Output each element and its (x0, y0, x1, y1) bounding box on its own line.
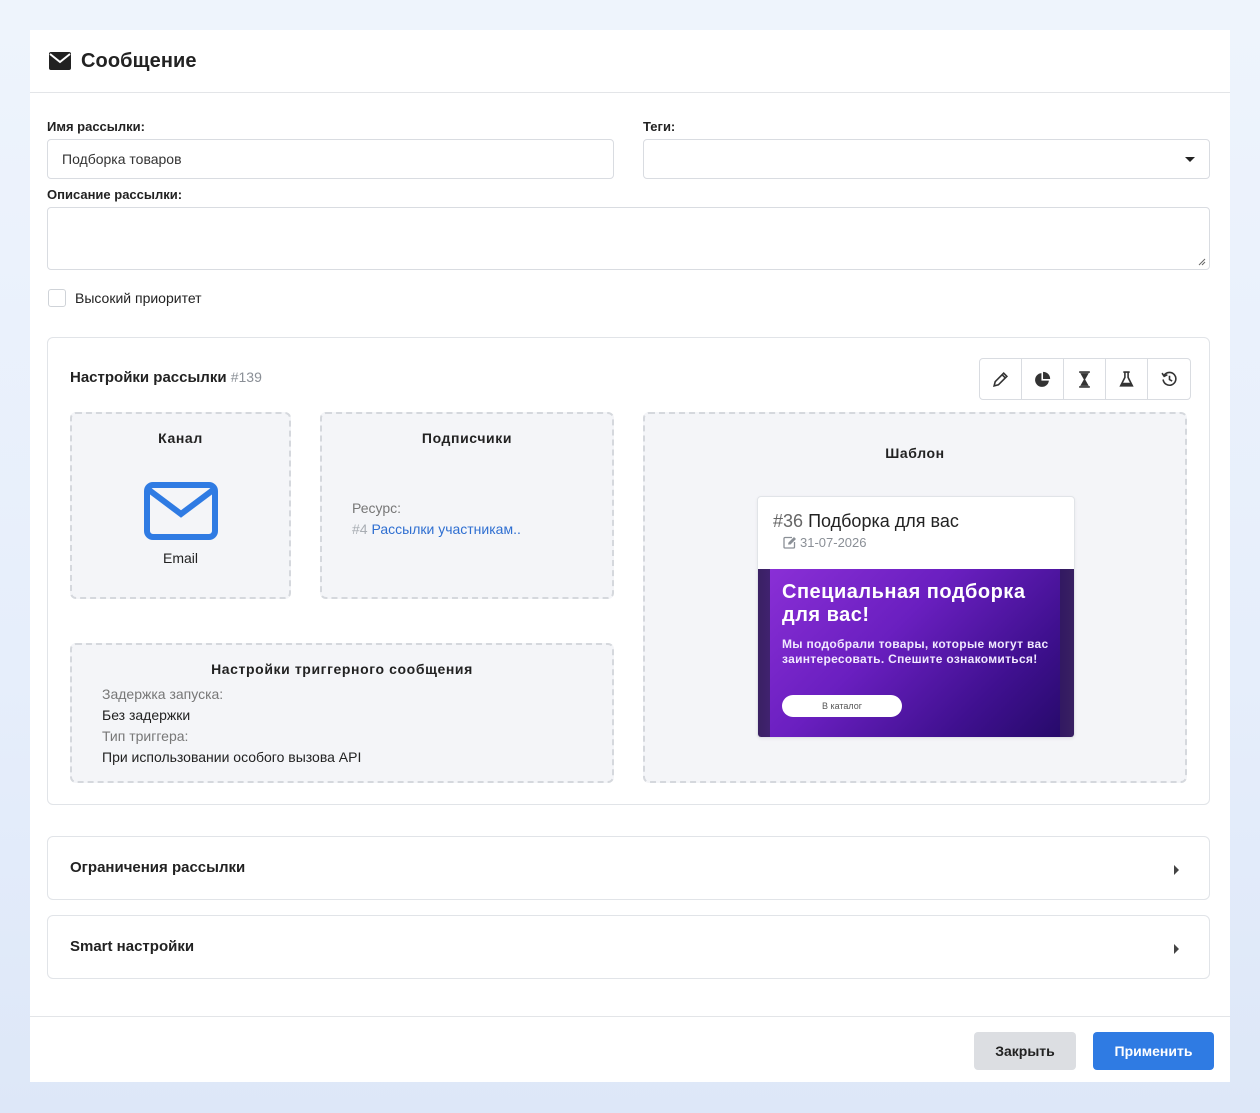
priority-label: Высокий приоритет (75, 290, 202, 306)
edit-date-icon (783, 536, 796, 549)
modal-header: Сообщение (30, 30, 1230, 93)
template-heading: #36 Подборка для вас (773, 511, 959, 532)
template-card[interactable]: #36 Подборка для вас 31-07-2026 Специаль… (757, 496, 1075, 738)
subscribers-title: Подписчики (421, 430, 513, 446)
schedule-button[interactable] (1064, 359, 1106, 399)
close-button[interactable]: Закрыть (974, 1032, 1076, 1070)
limits-accordion[interactable]: Ограничения рассылки (47, 836, 1210, 900)
preview-catalog-button: В каталог (782, 695, 902, 717)
caret-down-icon (1185, 157, 1195, 162)
trigger-type-label: Тип триггера: (102, 728, 189, 744)
hourglass-icon (1079, 370, 1090, 388)
settings-title: Настройки рассылки #139 (70, 369, 262, 386)
limits-title: Ограничения рассылки (70, 859, 246, 876)
delay-label: Задержка запуска: (102, 686, 224, 702)
preview-text: Мы подобрали товары, которые могут вас з… (782, 637, 1049, 666)
caret-right-icon (1174, 944, 1179, 954)
settings-card: Настройки рассылки #139 Канал Email Подп… (47, 337, 1210, 805)
template-date-row: 31-07-2026 (783, 535, 867, 550)
resource-link[interactable]: #4 Рассылки участникам.. (352, 521, 521, 537)
template-preview-image: Специальная подборка для вас! Мы подобра… (758, 569, 1074, 737)
trigger-title: Настройки триггерного сообщения (211, 661, 473, 677)
settings-toolbar (979, 358, 1191, 400)
email-icon (144, 482, 218, 540)
template-id: #36 (773, 511, 804, 531)
preview-heading: Специальная подборка для вас! (782, 581, 1026, 626)
channel-name: Email (162, 550, 198, 566)
message-modal: Сообщение Имя рассылки: Подборка товаров… (30, 30, 1230, 1082)
modal-title: Сообщение (81, 49, 197, 72)
template-date: 31-07-2026 (800, 535, 867, 550)
template-name: Подборка для вас (808, 511, 959, 531)
channel-title: Канал (158, 430, 203, 446)
template-panel: Шаблон #36 Подборка для вас 31-07-2026 С… (643, 412, 1187, 783)
resource-label: Ресурс: (352, 500, 402, 516)
test-button[interactable] (1106, 359, 1148, 399)
channel-panel: Канал Email (70, 412, 291, 599)
pie-chart-icon (1035, 371, 1051, 387)
settings-id: #139 (230, 369, 262, 385)
trigger-panel: Настройки триггерного сообщения Задержка… (70, 643, 614, 783)
priority-checkbox[interactable] (48, 289, 66, 307)
smart-title: Smart настройки (70, 938, 195, 955)
settings-title-text: Настройки рассылки (70, 369, 227, 386)
caret-right-icon (1174, 865, 1179, 875)
description-textarea[interactable] (47, 207, 1210, 270)
subscribers-panel: Подписчики Ресурс: #4 Рассылки участника… (320, 412, 614, 599)
trigger-type-value: При использовании особого вызова API (102, 749, 362, 765)
apply-button[interactable]: Применить (1093, 1032, 1214, 1070)
name-label: Имя рассылки: (47, 119, 145, 134)
delay-value: Без задержки (102, 707, 191, 723)
resource-name[interactable]: Рассылки участникам.. (371, 521, 520, 537)
tags-label: Теги: (643, 119, 676, 134)
pencil-icon (993, 371, 1009, 387)
edit-button[interactable] (980, 359, 1022, 399)
flask-icon (1119, 370, 1134, 387)
envelope-icon (49, 52, 71, 70)
name-input[interactable]: Подборка товаров (47, 139, 614, 179)
stats-button[interactable] (1022, 359, 1064, 399)
resource-id: #4 (352, 521, 368, 537)
history-icon (1160, 371, 1177, 386)
modal-footer: Закрыть Применить (30, 1016, 1230, 1082)
smart-accordion[interactable]: Smart настройки (47, 915, 1210, 979)
description-label: Описание рассылки: (47, 187, 183, 202)
tags-select[interactable] (643, 139, 1210, 179)
resize-grip-icon[interactable] (1198, 258, 1206, 266)
template-title: Шаблон (885, 445, 945, 461)
template-preview-banner: Специальная подборка для вас! Мы подобра… (770, 569, 1060, 737)
history-button[interactable] (1148, 359, 1190, 399)
